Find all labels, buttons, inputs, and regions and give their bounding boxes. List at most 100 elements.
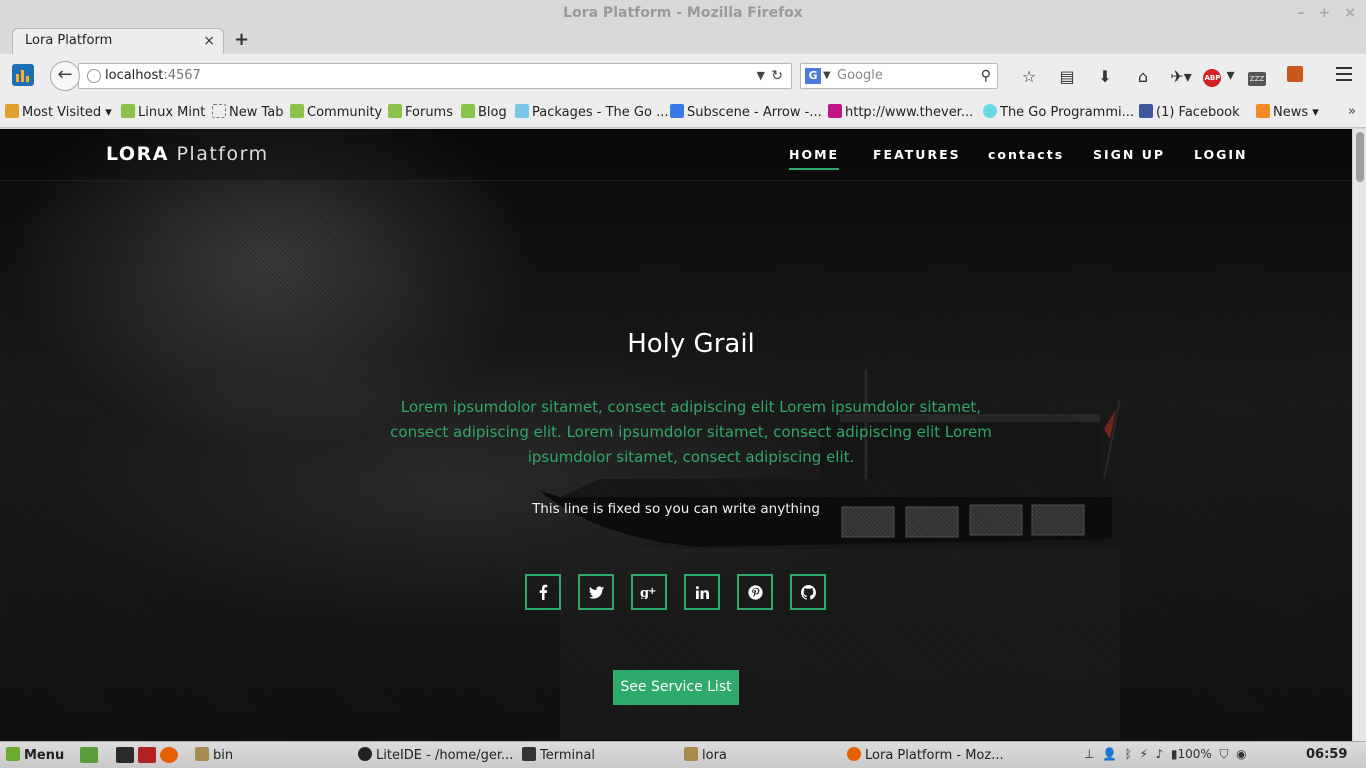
reload-icon[interactable]: ↻ bbox=[771, 64, 783, 88]
shield-icon[interactable]: ⛉ bbox=[1219, 747, 1228, 761]
quick-launch bbox=[80, 747, 178, 763]
bookmarks-toolbar: Most Visited ▾ Linux Mint New Tab Commun… bbox=[0, 96, 1366, 128]
bookmark-forums[interactable]: Forums bbox=[388, 104, 453, 121]
volume-icon[interactable]: ♪ bbox=[1156, 747, 1164, 761]
scrollbar-thumb[interactable] bbox=[1356, 132, 1364, 182]
url-bar[interactable]: localhost:4567 ▼ ↻ bbox=[78, 63, 792, 89]
download-icon[interactable]: ⬇ bbox=[1086, 67, 1124, 86]
liteide-icon bbox=[358, 747, 372, 761]
folder-icon bbox=[5, 104, 19, 118]
wifi-icon[interactable]: ⚡ bbox=[1140, 747, 1148, 761]
package-icon bbox=[515, 104, 529, 118]
nav-login[interactable]: LOGIN bbox=[1194, 147, 1248, 162]
search-bar[interactable]: G ▼ Google ⚲ bbox=[800, 63, 998, 89]
task-terminal[interactable]: Terminal bbox=[522, 747, 595, 764]
linkedin-icon[interactable] bbox=[684, 574, 720, 610]
maximize-button[interactable]: + bbox=[1319, 0, 1331, 26]
see-service-list-button[interactable]: See Service List bbox=[613, 670, 739, 705]
start-menu-button[interactable]: Menu bbox=[6, 747, 64, 764]
bookmark-community[interactable]: Community bbox=[290, 104, 382, 121]
page-viewport: LORA Platform HOME FEATURES contacts SIG… bbox=[0, 129, 1352, 741]
mint-icon bbox=[388, 104, 402, 118]
terminal-icon bbox=[522, 747, 536, 761]
verge-icon bbox=[828, 104, 842, 118]
window-title: Lora Platform - Mozilla Firefox bbox=[563, 5, 803, 21]
bookmarks-overflow-icon[interactable]: » bbox=[1348, 104, 1356, 119]
show-desktop-icon[interactable] bbox=[80, 747, 98, 763]
hero-title: Holy Grail bbox=[627, 329, 755, 359]
url-history-dropdown-icon[interactable]: ▼ bbox=[757, 64, 765, 88]
folder-icon bbox=[195, 747, 209, 761]
addon-icon[interactable]: ✈▾ bbox=[1162, 67, 1200, 86]
bluetooth-icon[interactable]: ᛒ bbox=[1125, 747, 1132, 761]
google-engine-icon[interactable]: G bbox=[805, 68, 821, 84]
mint-icon bbox=[6, 747, 20, 761]
twitter-icon[interactable] bbox=[578, 574, 614, 610]
update-icon[interactable]: ◉ bbox=[1236, 747, 1246, 761]
tab-lora-platform[interactable]: Lora Platform × bbox=[12, 28, 224, 54]
facebook-icon[interactable] bbox=[525, 574, 561, 610]
window-controls: – + × bbox=[1298, 0, 1356, 26]
bookmark-facebook[interactable]: (1) Facebook bbox=[1139, 104, 1240, 121]
task-lora-folder[interactable]: lora bbox=[684, 747, 727, 764]
task-liteide[interactable]: LiteIDE - /home/ger... bbox=[358, 747, 513, 764]
blank-page-icon bbox=[212, 104, 226, 118]
task-bin[interactable]: bin bbox=[195, 747, 233, 764]
tab-close-icon[interactable]: × bbox=[203, 29, 215, 53]
engine-dropdown-icon[interactable]: ▼ bbox=[823, 64, 831, 88]
window-titlebar: Lora Platform - Mozilla Firefox – + × bbox=[0, 0, 1366, 26]
toolbar-icons: ☆ ▤ ⬇ ⌂ ✈▾ ABP ▾ ZZZ bbox=[1010, 64, 1314, 88]
stats-addon-icon[interactable] bbox=[12, 64, 34, 86]
home-icon[interactable]: ⌂ bbox=[1124, 67, 1162, 86]
google-plus-icon[interactable]: g + bbox=[631, 574, 667, 610]
page-scrollbar[interactable] bbox=[1352, 129, 1366, 741]
facebook-icon bbox=[1139, 104, 1153, 118]
social-links: g + bbox=[525, 574, 843, 610]
nav-home[interactable]: HOME bbox=[789, 147, 840, 170]
firebug-icon[interactable] bbox=[1276, 66, 1314, 86]
nav-sign-up[interactable]: SIGN UP bbox=[1093, 147, 1165, 162]
new-tab-button[interactable]: + bbox=[234, 29, 249, 50]
terminal-launch-icon[interactable] bbox=[116, 747, 134, 763]
back-button[interactable]: ← bbox=[50, 61, 80, 91]
hero-description: Lorem ipsumdolor sitamet, consect adipis… bbox=[390, 398, 992, 466]
bookmark-subscene[interactable]: Subscene - Arrow -... bbox=[670, 104, 822, 121]
sleep-icon[interactable]: ZZZ bbox=[1238, 66, 1276, 86]
bookmark-linux-mint[interactable]: Linux Mint bbox=[121, 104, 205, 121]
menu-icon[interactable] bbox=[1336, 67, 1352, 85]
minimize-button[interactable]: – bbox=[1298, 0, 1305, 26]
nav-features[interactable]: FEATURES bbox=[873, 147, 961, 162]
mint-icon bbox=[121, 104, 135, 118]
close-window-button[interactable]: × bbox=[1344, 0, 1356, 26]
tab-label: Lora Platform bbox=[25, 33, 113, 48]
app-launch-icon[interactable] bbox=[138, 747, 156, 763]
bookmark-star-icon[interactable]: ☆ bbox=[1010, 67, 1048, 86]
task-firefox[interactable]: Lora Platform - Moz... bbox=[847, 747, 1004, 764]
gopher-icon bbox=[983, 104, 997, 118]
bookmark-most-visited[interactable]: Most Visited ▾ bbox=[5, 104, 112, 121]
user-icon[interactable]: 👤 bbox=[1102, 747, 1117, 761]
bookmark-go-packages[interactable]: Packages - The Go ... bbox=[515, 104, 668, 121]
reading-list-icon[interactable]: ▤ bbox=[1048, 67, 1086, 86]
bookmark-theverge[interactable]: http://www.thever... bbox=[828, 104, 973, 121]
github-icon[interactable] bbox=[790, 574, 826, 610]
brand-light: Platform bbox=[176, 143, 269, 165]
hero-fixed-line: This line is fixed so you can write anyt… bbox=[532, 501, 820, 517]
bookmark-news[interactable]: News ▾ bbox=[1256, 104, 1319, 121]
firefox-launch-icon[interactable] bbox=[160, 747, 178, 763]
pinterest-icon[interactable] bbox=[737, 574, 773, 610]
adblock-icon[interactable]: ABP ▾ bbox=[1200, 65, 1238, 87]
nav-contacts[interactable]: contacts bbox=[988, 147, 1064, 162]
bookmark-new-tab[interactable]: New Tab bbox=[212, 104, 284, 121]
bookmark-go-programming[interactable]: The Go Programmi... bbox=[983, 104, 1134, 121]
site-logo[interactable]: LORA Platform bbox=[106, 143, 269, 165]
site-navbar: LORA Platform HOME FEATURES contacts SIG… bbox=[0, 129, 1352, 181]
network-icon[interactable]: ⊥ bbox=[1084, 747, 1094, 761]
search-placeholder: Google bbox=[837, 68, 883, 83]
search-icon[interactable]: ⚲ bbox=[981, 64, 991, 88]
brand-bold: LORA bbox=[106, 143, 169, 165]
bookmark-blog[interactable]: Blog bbox=[461, 104, 507, 121]
google-icon bbox=[670, 104, 684, 118]
clock[interactable]: 06:59 bbox=[1306, 747, 1347, 762]
battery-icon[interactable]: ▮ bbox=[1171, 747, 1178, 761]
